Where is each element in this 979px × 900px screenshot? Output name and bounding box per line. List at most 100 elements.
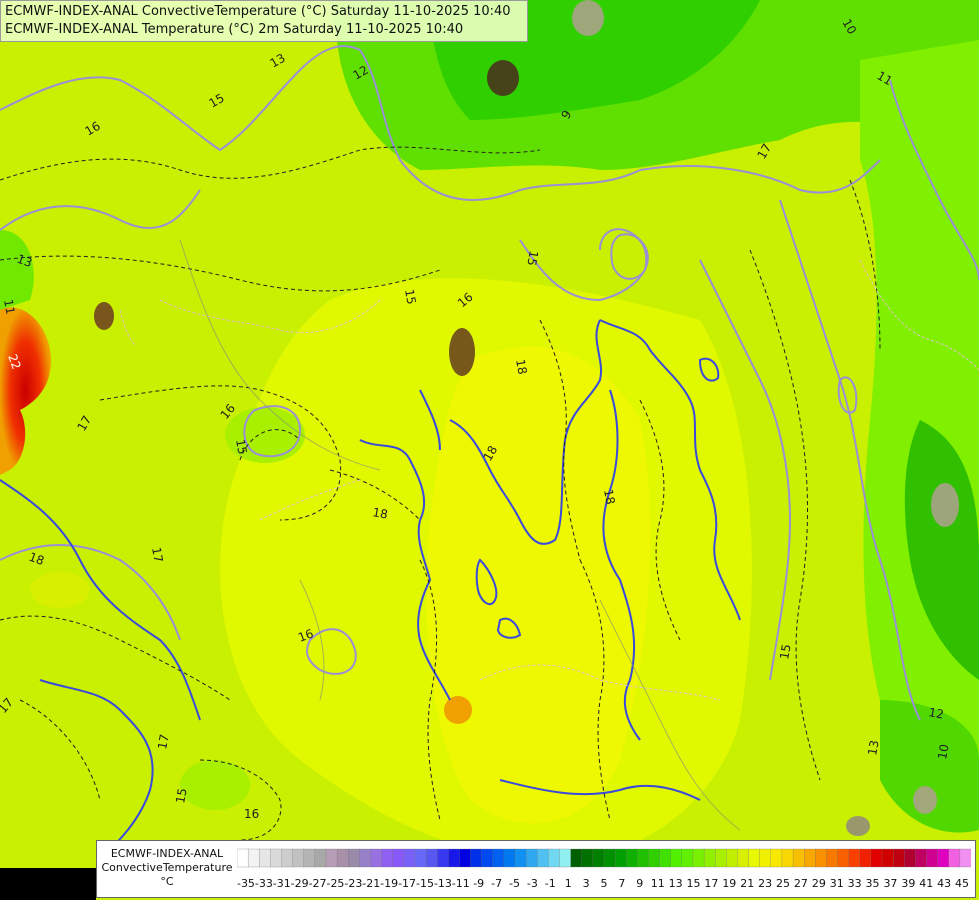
legend-tick-label: 13 (669, 877, 683, 890)
title-line-temperature: ECMWF-INDEX-ANAL Temperature (°C) 2m Sat… (5, 22, 464, 37)
legend-tick-label: -11 (452, 877, 470, 890)
contour-label: 18 (601, 488, 617, 505)
contour-label: 17 (149, 546, 165, 563)
color-legend: ECMWF-INDEX-ANAL ConvectiveTemperature °… (96, 840, 976, 898)
legend-tick-label: -13 (434, 877, 452, 890)
legend-swatch (670, 848, 683, 868)
legend-tick-label: -19 (380, 877, 398, 890)
legend-swatch (514, 848, 527, 868)
legend-tick-label: -7 (491, 877, 502, 890)
contour-label: 18 (371, 505, 388, 521)
legend-swatch (603, 848, 616, 868)
legend-tick-label: 1 (565, 877, 572, 890)
legend-swatch (503, 848, 516, 868)
contour-label: 11 (1, 298, 17, 315)
corner-mask (0, 868, 96, 900)
legend-swatch (259, 848, 271, 868)
legend-tick-label: 23 (758, 877, 772, 890)
legend-tick-label: 33 (848, 877, 862, 890)
legend-swatch (437, 848, 449, 868)
legend-swatch (303, 848, 316, 868)
legend-tick-label: 45 (955, 877, 969, 890)
legend-tick-label: -15 (416, 877, 434, 890)
contour-label: 15 (233, 438, 249, 455)
legend-tick-label: 19 (722, 877, 736, 890)
legend-swatch (537, 848, 549, 868)
contour-label: 10 (935, 743, 951, 760)
legend-tick-label: 25 (776, 877, 790, 890)
legend-swatch (703, 848, 716, 868)
legend-swatch (781, 848, 794, 868)
legend-swatch (759, 848, 772, 868)
legend-swatch (726, 848, 738, 868)
anomaly-6 (931, 483, 959, 527)
legend-title-1: ECMWF-INDEX-ANAL (110, 847, 224, 860)
legend-swatch (459, 848, 471, 868)
legend-swatch (370, 848, 383, 868)
legend-tick-label: 3 (583, 877, 590, 890)
legend-swatch (425, 848, 438, 868)
legend-swatch (481, 848, 494, 868)
legend-swatch (247, 848, 260, 868)
legend-swatch (270, 848, 282, 868)
legend-tick-label: -29 (291, 877, 309, 890)
title-box: ECMWF-INDEX-ANAL ConvectiveTemperature (… (0, 0, 528, 42)
legend-swatch (937, 848, 950, 868)
legend-swatch (893, 848, 905, 868)
legend-tick-label: -9 (473, 877, 484, 890)
legend-swatch (292, 848, 305, 868)
legend-tick-label: -31 (273, 877, 291, 890)
legend-swatch (659, 848, 672, 868)
legend-tick-label: 29 (812, 877, 826, 890)
legend-swatch (715, 848, 727, 868)
legend-tick-label: 11 (651, 877, 665, 890)
legend-swatch (748, 848, 761, 868)
legend-tick-label: -5 (509, 877, 520, 890)
legend-swatch (692, 848, 705, 868)
contour-label: 18 (513, 358, 529, 375)
legend-tick-label: 7 (618, 877, 625, 890)
anomaly-1 (94, 302, 114, 330)
green-patch-south (180, 760, 250, 810)
anomaly-7 (913, 786, 937, 814)
legend-swatch (492, 848, 505, 868)
legend-swatch (448, 848, 460, 868)
legend-swatch (525, 848, 538, 868)
legend-tick-label: -25 (326, 877, 344, 890)
legend-tick-label: 17 (704, 877, 718, 890)
legend-unit: °C (160, 875, 174, 888)
legend-tick-label: -35 (237, 877, 255, 890)
legend-swatch (926, 848, 939, 868)
contour-label: 17 (155, 733, 171, 750)
legend-swatch (626, 848, 638, 868)
legend-swatch (281, 848, 294, 868)
legend-swatch (470, 848, 483, 868)
legend-swatch (314, 848, 327, 868)
green-patch-sw (30, 572, 90, 608)
legend-swatch (392, 848, 405, 868)
legend-tick-label: 35 (866, 877, 880, 890)
legend-swatch (837, 848, 850, 868)
legend-tick-label: 31 (830, 877, 844, 890)
legend-swatch (336, 848, 349, 868)
legend-swatch (792, 848, 805, 868)
legend-tick-label: -27 (309, 877, 327, 890)
legend-swatch (403, 848, 416, 868)
legend-swatch (570, 848, 583, 868)
legend-swatch (848, 848, 861, 868)
anomaly-8 (846, 816, 870, 836)
legend-swatch (804, 848, 816, 868)
contour-label: 12 (927, 705, 944, 721)
contour-label: 15 (777, 643, 793, 660)
legend-swatch (381, 848, 394, 868)
legend-swatch (614, 848, 627, 868)
legend-swatch (559, 848, 572, 868)
legend-swatch (359, 848, 371, 868)
legend-swatch (904, 848, 916, 868)
legend-tick-label: -3 (527, 877, 538, 890)
legend-swatch (592, 848, 605, 868)
legend-swatch (959, 848, 971, 868)
anomaly-3 (487, 60, 519, 96)
legend-swatch (681, 848, 694, 868)
legend-swatch (737, 848, 750, 868)
